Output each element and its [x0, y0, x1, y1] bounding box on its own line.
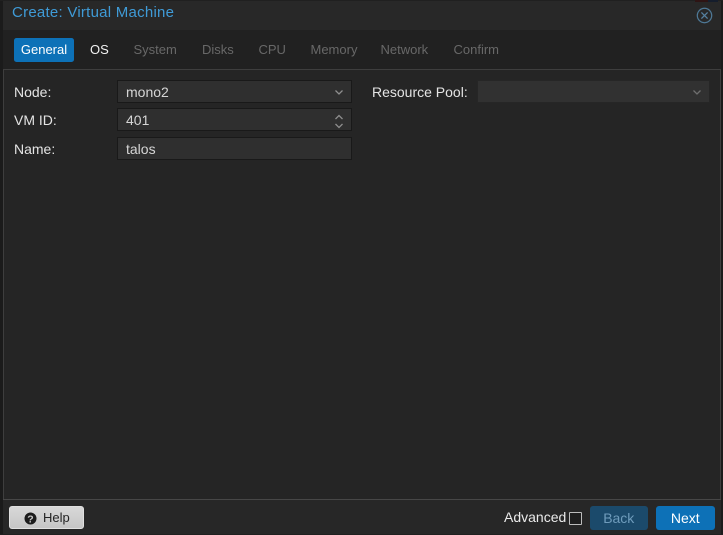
- svg-text:?: ?: [27, 513, 33, 525]
